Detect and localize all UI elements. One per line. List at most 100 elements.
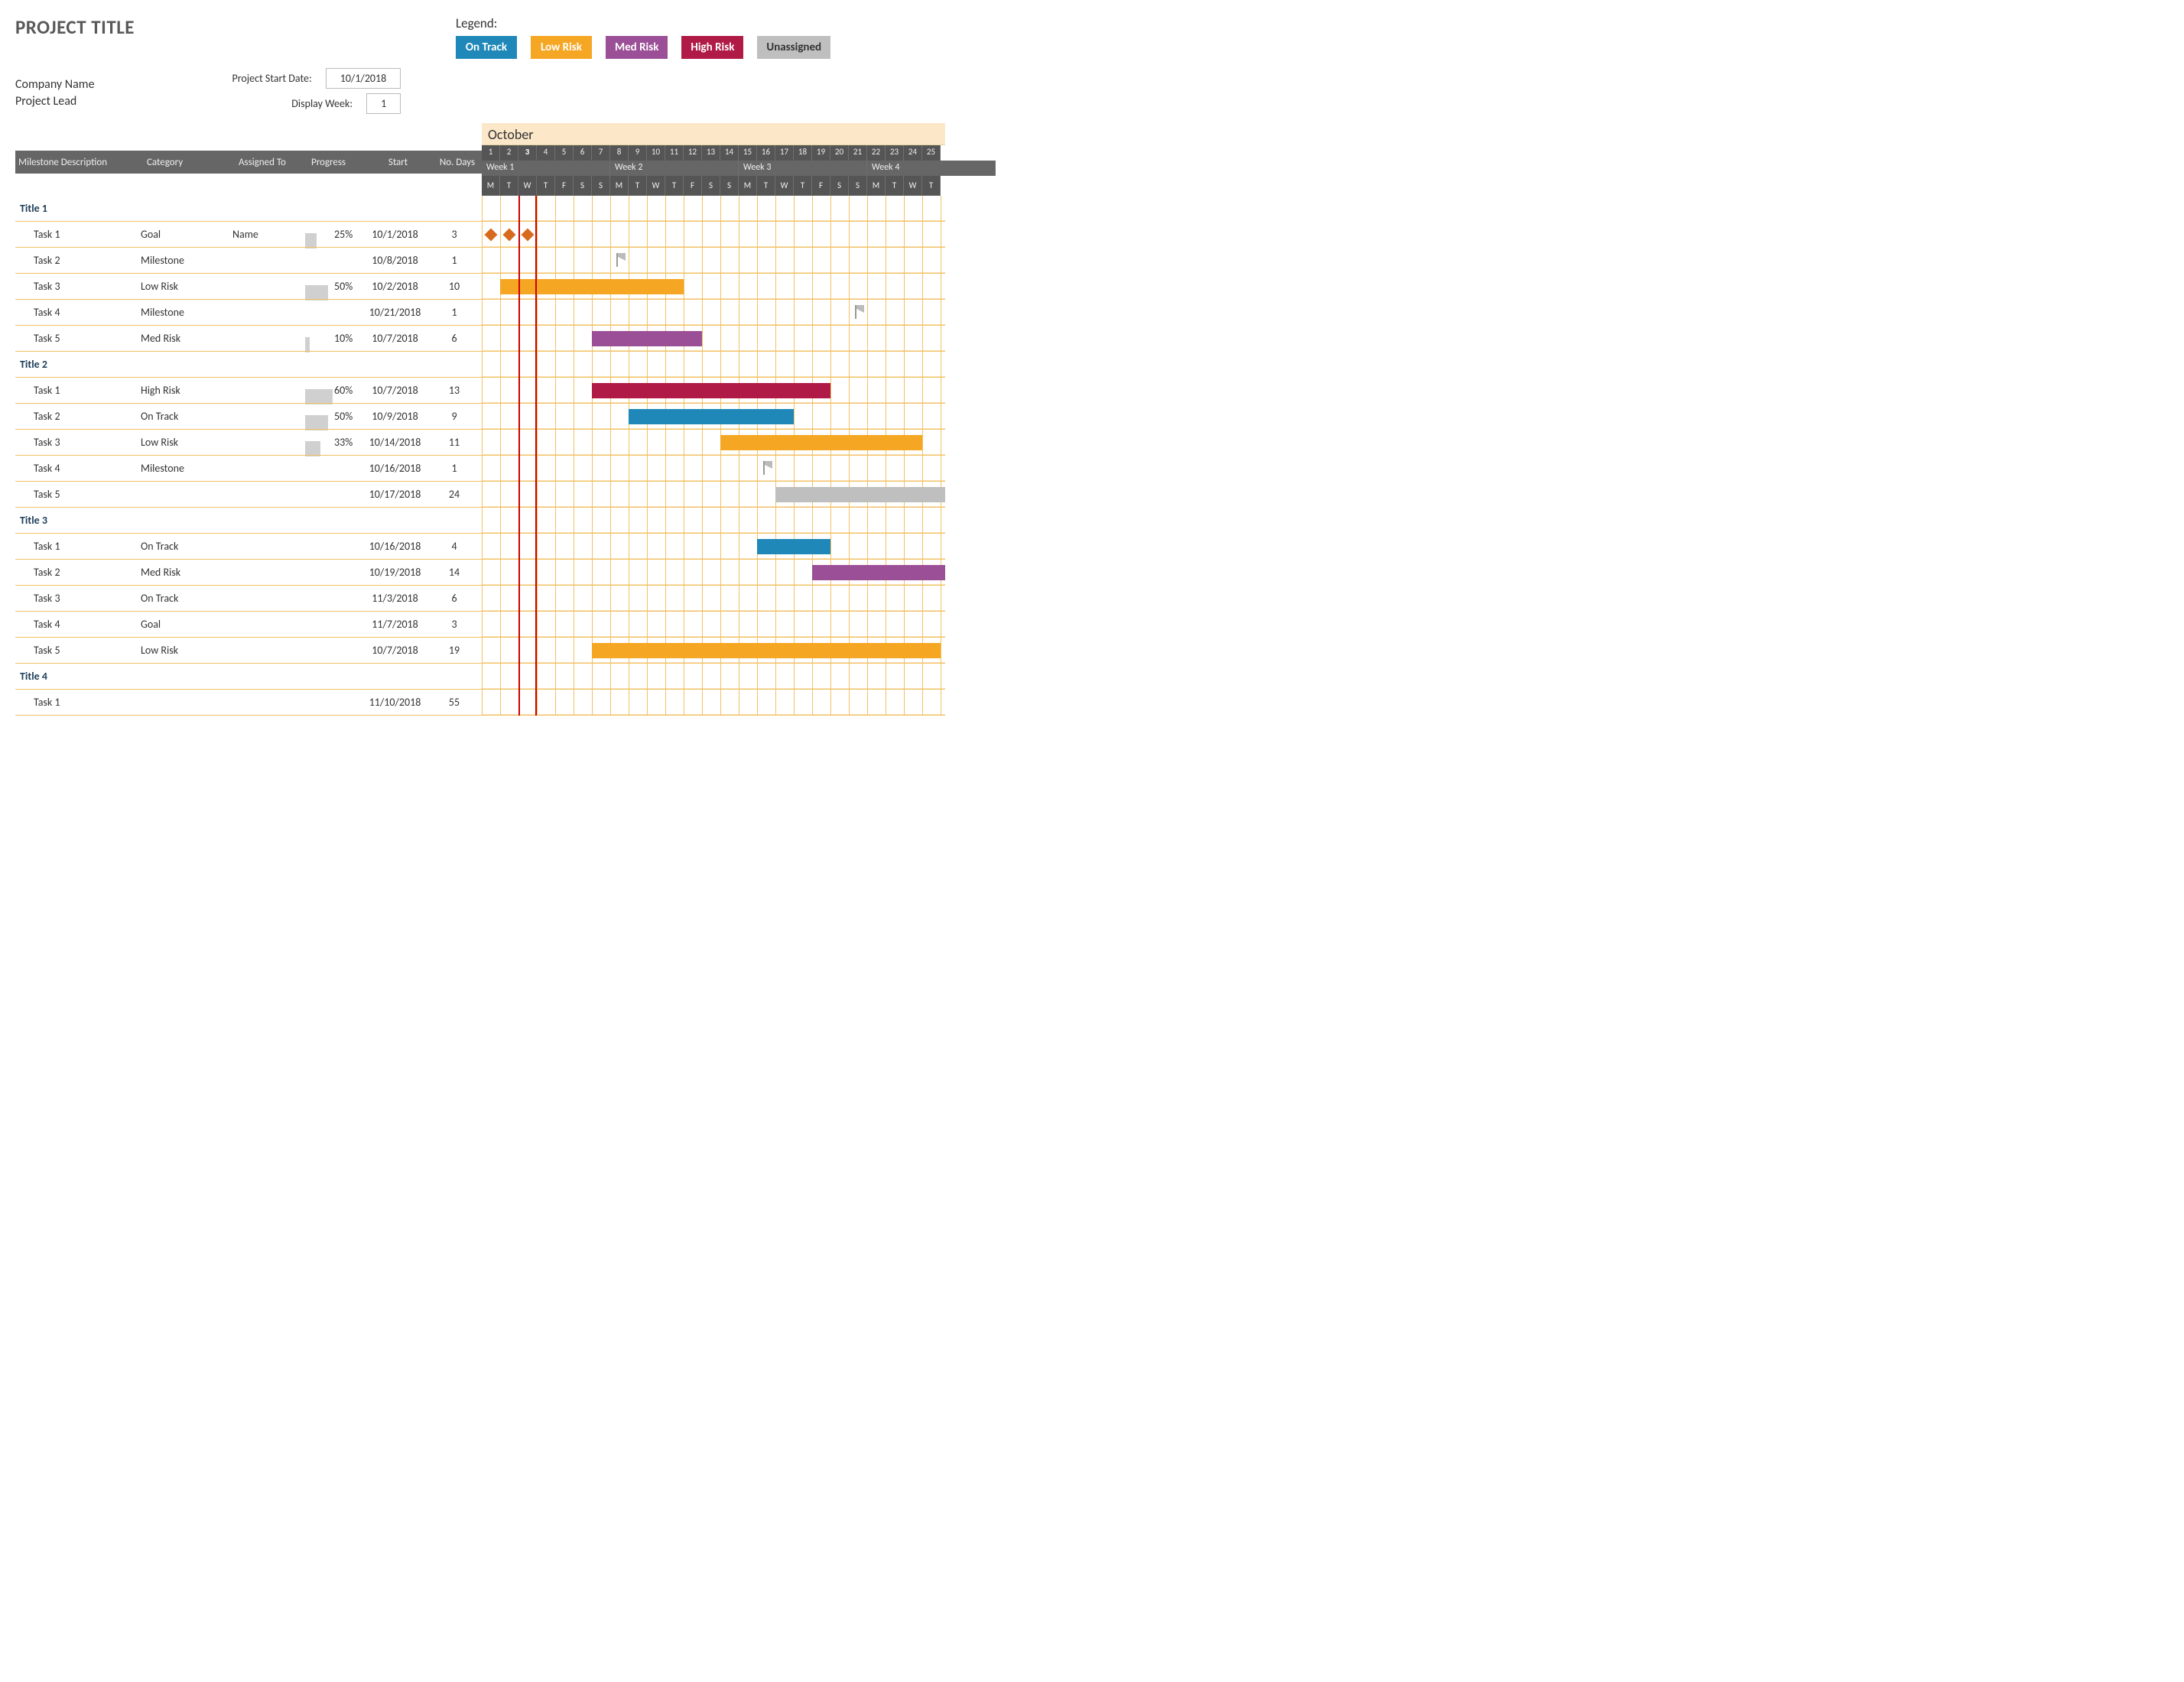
gantt-bar[interactable]: [629, 409, 794, 424]
task-row[interactable]: Task 5Low Risk10/7/201819: [15, 638, 482, 664]
task-start: 10/8/2018: [359, 254, 431, 267]
day-number: 9: [629, 145, 647, 161]
weekday-label: S: [830, 176, 849, 196]
gantt-cell-row: [482, 430, 945, 456]
day-numbers-row: 1234567891011121314151617181920212223242…: [482, 145, 945, 161]
task-start: 10/9/2018: [359, 410, 431, 423]
task-row[interactable]: Task 2Med Risk10/19/201814: [15, 560, 482, 586]
task-days: 10: [431, 280, 477, 293]
legend-low-risk: Low Risk: [531, 36, 592, 59]
columns-header: Milestone Description Category Assigned …: [15, 151, 482, 174]
task-category: Milestone: [141, 254, 232, 267]
task-days: 4: [431, 540, 477, 553]
task-progress: 33%: [305, 436, 359, 449]
company-name: Company Name: [15, 76, 95, 93]
task-start: 11/7/2018: [359, 618, 431, 631]
gantt-bar[interactable]: [592, 643, 941, 658]
task-name: Task 1: [34, 540, 141, 553]
weekday-label: T: [757, 176, 775, 196]
task-row[interactable]: Task 1High Risk60%10/7/201813: [15, 378, 482, 404]
task-progress: 25%: [305, 228, 359, 241]
day-number: 13: [702, 145, 720, 161]
task-name: Task 3: [34, 280, 141, 293]
gantt-cell-row: [482, 456, 945, 482]
task-row[interactable]: Task 1On Track10/16/20184: [15, 534, 482, 560]
weekday-label: S: [592, 176, 610, 196]
day-number: 6: [574, 145, 592, 161]
gantt-bar[interactable]: [592, 383, 830, 398]
task-days: 6: [431, 332, 477, 345]
gantt-cell-row: [482, 378, 945, 404]
task-start: 10/1/2018: [359, 228, 431, 241]
task-row[interactable]: Task 3Low Risk33%10/14/201811: [15, 430, 482, 456]
day-number: 11: [665, 145, 684, 161]
task-row[interactable]: Task 4Milestone10/16/20181: [15, 456, 482, 482]
task-days: 19: [431, 644, 477, 657]
display-week-input[interactable]: 1: [366, 93, 401, 114]
task-row[interactable]: Task 2Milestone10/8/20181: [15, 248, 482, 274]
task-name: Task 2: [34, 254, 141, 267]
task-start: 10/21/2018: [359, 306, 431, 319]
gantt-bar[interactable]: [775, 487, 945, 502]
start-date-input[interactable]: 10/1/2018: [326, 68, 401, 89]
day-number: 2: [500, 145, 518, 161]
day-number: 20: [830, 145, 849, 161]
gantt-cell-row: [482, 248, 945, 274]
gantt-bar[interactable]: [812, 565, 945, 580]
group-row[interactable]: Title 2: [15, 352, 482, 378]
task-category: Low Risk: [141, 436, 232, 449]
task-row[interactable]: Task 3On Track11/3/20186: [15, 586, 482, 612]
weekday-label: T: [886, 176, 904, 196]
task-assigned: Name: [232, 228, 305, 241]
task-category: Low Risk: [141, 644, 232, 657]
task-name: Task 4: [34, 462, 141, 475]
group-row[interactable]: Title 4: [15, 664, 482, 690]
task-days: 55: [431, 696, 477, 709]
task-name: Task 2: [34, 410, 141, 423]
day-number: 19: [812, 145, 830, 161]
task-row[interactable]: Task 5Med Risk10%10/7/20186: [15, 326, 482, 352]
task-start: 10/7/2018: [359, 332, 431, 345]
day-number: 16: [757, 145, 775, 161]
legend-on-track: On Track: [456, 36, 517, 59]
task-name: Task 2: [34, 566, 141, 579]
day-number: 3: [518, 145, 537, 161]
task-row[interactable]: Task 1GoalName25%10/1/20183: [15, 222, 482, 248]
task-start: 10/17/2018: [359, 488, 431, 501]
task-row[interactable]: Task 4Goal11/7/20183: [15, 612, 482, 638]
task-category: Goal: [141, 228, 232, 241]
group-row[interactable]: Title 3: [15, 508, 482, 534]
group-row[interactable]: Title 1: [15, 196, 482, 222]
weekday-label: T: [794, 176, 812, 196]
col-assigned: Assigned To: [236, 157, 308, 168]
legend-unassigned: Unassigned: [757, 36, 830, 59]
gantt-bar[interactable]: [757, 539, 830, 554]
task-row[interactable]: Task 2On Track50%10/9/20189: [15, 404, 482, 430]
task-name: Task 5: [34, 644, 141, 657]
goal-icon: [522, 229, 535, 242]
task-row[interactable]: Task 4Milestone10/21/20181: [15, 300, 482, 326]
day-number: 25: [922, 145, 941, 161]
project-title: PROJECT TITLE: [15, 15, 135, 39]
gantt-bar[interactable]: [720, 435, 922, 450]
task-row[interactable]: Task 111/10/201855: [15, 690, 482, 716]
gantt-bar[interactable]: [592, 331, 702, 346]
task-row[interactable]: Task 3Low Risk50%10/2/201810: [15, 274, 482, 300]
legend-med-risk: Med Risk: [606, 36, 668, 59]
weekday-label: W: [647, 176, 665, 196]
gantt-bar[interactable]: [500, 279, 684, 294]
gantt-cell-row: [482, 612, 945, 638]
task-start: 11/3/2018: [359, 592, 431, 605]
gantt-cell-row: [482, 690, 945, 716]
milestone-flag-icon: [855, 305, 856, 319]
day-number: 17: [775, 145, 794, 161]
week-labels-row: Week 1Week 2Week 3Week 4: [482, 161, 945, 176]
gantt-cell-row: [482, 534, 945, 560]
gantt-cell-row: [482, 196, 945, 222]
weekday-label: T: [500, 176, 518, 196]
task-row[interactable]: Task 510/17/201824: [15, 482, 482, 508]
goal-icon: [485, 229, 498, 242]
day-number: 24: [904, 145, 922, 161]
col-start: Start: [362, 157, 434, 168]
task-category: Med Risk: [141, 566, 232, 579]
